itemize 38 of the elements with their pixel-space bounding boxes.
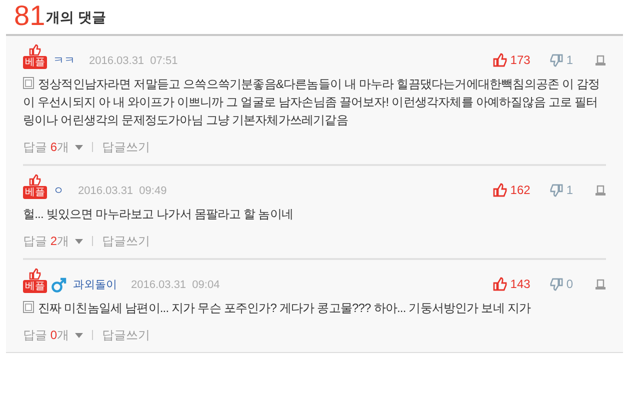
like-button[interactable]: 162 [493, 181, 530, 199]
comment-count: 81 [14, 2, 46, 30]
report-button[interactable] [595, 278, 606, 290]
username[interactable]: ㅇ [53, 182, 64, 199]
best-badge: 베플 [23, 280, 47, 293]
comment-date: 2016.03.31 09:04 [131, 278, 220, 292]
dislike-button[interactable]: 1 [550, 51, 573, 69]
comment-date: 2016.03.31 09:49 [78, 184, 167, 198]
best-badge: 베플 [23, 56, 47, 69]
comment-count-label: 개의 댓글 [46, 8, 106, 27]
reply-count-button[interactable]: 답글 6개 [23, 139, 84, 155]
dropdown-caret-icon [75, 332, 84, 338]
dropdown-caret-icon [75, 238, 84, 244]
like-button[interactable]: 143 [493, 275, 530, 293]
reply-count-button[interactable]: 답글 0개 [23, 327, 84, 343]
best-badge: 베플 [23, 186, 47, 199]
username[interactable]: ㅋㅋ [53, 52, 75, 69]
write-reply-link[interactable]: 답글쓰기 [102, 233, 150, 249]
comment-text: 진짜 미친놈일세 남편이... 지가 무슨 포주인가? 게다가 콩고물??? 하아... 기둥서방인가 보네 지가 [23, 299, 606, 317]
write-reply-link[interactable]: 답글쓰기 [102, 139, 150, 155]
thumbs-up-icon [493, 277, 508, 291]
thumbs-up-icon [29, 44, 41, 56]
report-button[interactable] [595, 184, 606, 196]
thumbs-up-icon [493, 183, 508, 197]
thumbs-up-icon [29, 174, 41, 186]
reply-count-button[interactable]: 답글 2개 [23, 233, 84, 249]
username[interactable]: 과외돌이 [73, 276, 117, 293]
dropdown-caret-icon [75, 144, 84, 150]
comment-text: 헐... 빚있으면 마누라보고 나가서 몸팔라고 할 놈이네 [23, 206, 294, 223]
comment-text: 정상적인남자라면 저말듣고 으쓱으쓱기분좋음&다른놈들이 내 마누라 힐끔댔다는거에대한빽침의공존 이 감정이 우선시되지 아 내 와이프가 이쁘니까 그 얼굴로 남자손님좀 끌어보자! 이런생각자체를 아예하질않음 고로 필터링이나 어린생각의 문제정도가아님 그냥 기본자체가쓰레기같음 [23, 76, 601, 129]
report-button[interactable] [595, 54, 606, 66]
comment-date: 2016.03.31 07:51 [89, 54, 178, 68]
dislike-button[interactable]: 1 [550, 181, 573, 199]
like-button[interactable]: 173 [493, 51, 530, 69]
thumbs-up-icon [29, 268, 41, 280]
write-reply-link[interactable]: 답글쓰기 [102, 327, 150, 343]
dislike-button[interactable]: 0 [550, 275, 573, 293]
thumbs-up-icon [493, 53, 508, 67]
